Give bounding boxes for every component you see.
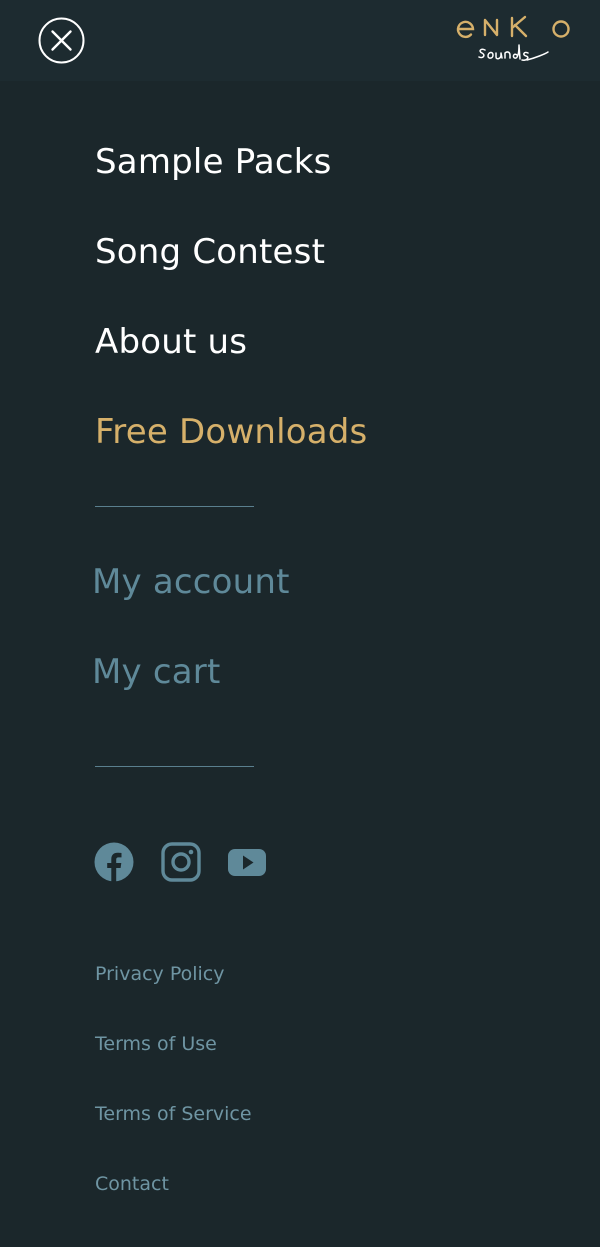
youtube-icon bbox=[228, 849, 266, 876]
instagram-icon bbox=[161, 842, 201, 882]
top-bar bbox=[0, 0, 600, 81]
terms-of-use-link[interactable]: Terms of Use bbox=[95, 1032, 217, 1056]
account-divider bbox=[95, 766, 254, 767]
nav-my-account[interactable]: My account bbox=[92, 562, 290, 602]
logo-mark bbox=[456, 15, 570, 61]
nav-my-cart[interactable]: My cart bbox=[92, 652, 221, 692]
close-icon bbox=[38, 17, 85, 64]
terms-of-service-link[interactable]: Terms of Service bbox=[95, 1102, 252, 1126]
nav-free-downloads[interactable]: Free Downloads bbox=[95, 412, 367, 452]
enko-sounds-logo[interactable] bbox=[455, 12, 575, 70]
privacy-policy-link[interactable]: Privacy Policy bbox=[95, 962, 224, 986]
youtube-link[interactable] bbox=[227, 842, 267, 882]
close-menu-button[interactable] bbox=[38, 17, 85, 64]
nav-sample-packs[interactable]: Sample Packs bbox=[95, 142, 332, 182]
facebook-icon bbox=[94, 842, 134, 882]
instagram-link[interactable] bbox=[161, 842, 201, 882]
facebook-link[interactable] bbox=[94, 842, 134, 882]
contact-link[interactable]: Contact bbox=[95, 1172, 169, 1196]
nav-divider bbox=[95, 506, 254, 507]
nav-about-us[interactable]: About us bbox=[95, 322, 247, 362]
nav-song-contest[interactable]: Song Contest bbox=[95, 232, 325, 272]
